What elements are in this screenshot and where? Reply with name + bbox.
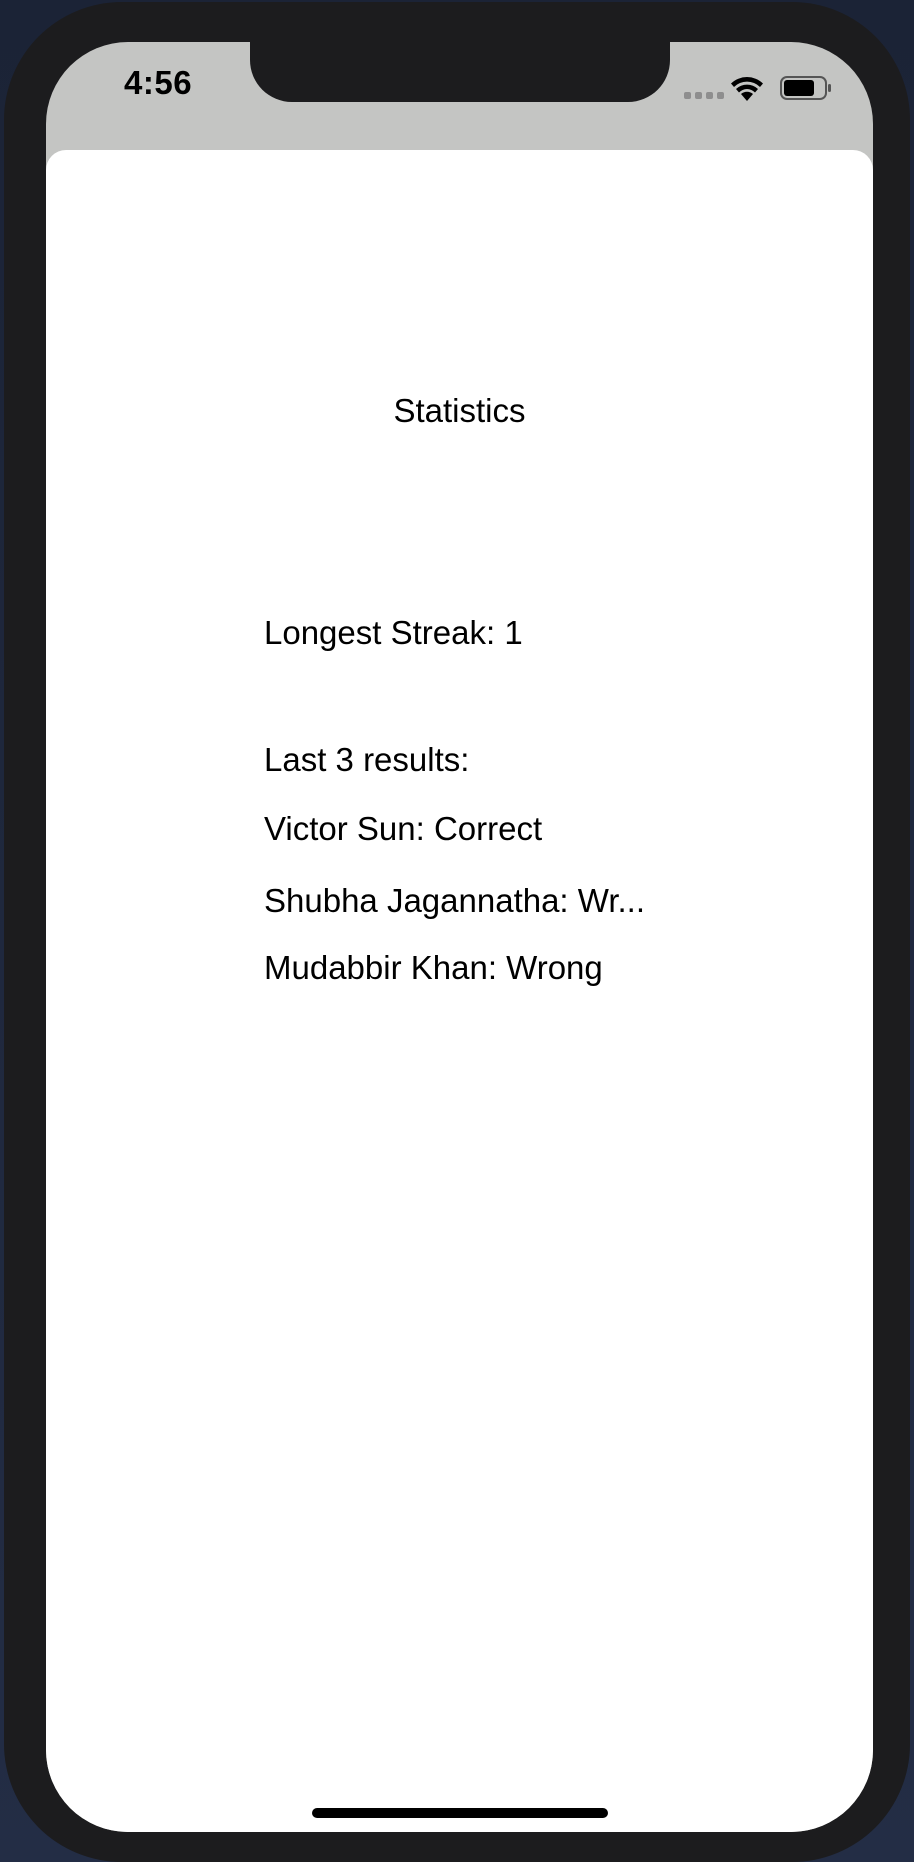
cellular-signal-icon [684,92,724,99]
result-item: Shubha Jagannatha: Wr... [264,882,645,919]
device-frame: 4:56 Statistics Longest Streak: 1 Last 3… [4,2,910,1862]
result-item: Victor Sun: Correct [264,810,543,847]
battery-icon [780,76,831,100]
longest-streak-label: Longest Streak: 1 [264,614,523,651]
wifi-icon [731,77,763,101]
device-screen: 4:56 Statistics Longest Streak: 1 Last 3… [46,42,873,1832]
status-time: 4:56 [124,64,193,101]
home-indicator[interactable] [312,1808,608,1818]
result-item: Mudabbir Khan: Wrong [264,949,603,986]
device-notch [250,42,670,102]
page-title: Statistics [393,392,526,429]
statistics-sheet: Statistics Longest Streak: 1 Last 3 resu… [46,150,873,1832]
last-results-heading: Last 3 results: [264,741,470,778]
